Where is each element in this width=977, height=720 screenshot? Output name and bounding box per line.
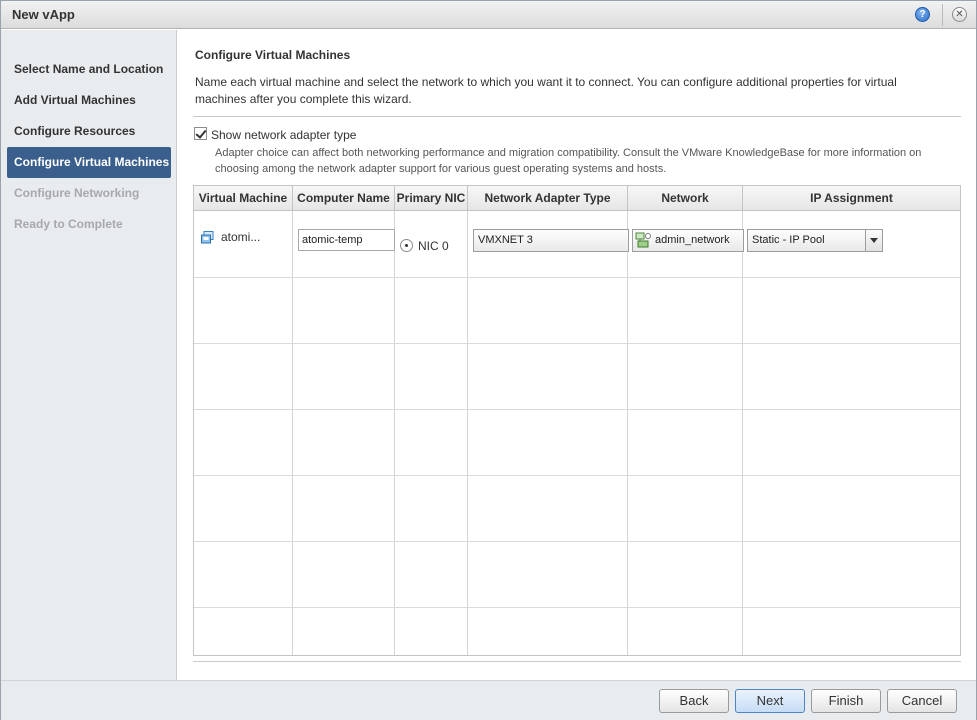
wizard-footer: Back Next Finish Cancel [1, 680, 976, 720]
virtual-machine-icon [201, 231, 214, 244]
wizard-content: Configure Virtual Machines Name each vir… [178, 30, 976, 680]
ip-assignment-value: Static - IP Pool [752, 234, 825, 246]
step-ready-to-complete: Ready to Complete [14, 217, 123, 231]
title-separator [942, 4, 943, 26]
new-vapp-dialog: New vApp ? ✕ Select Name and Location Ad… [0, 0, 977, 720]
col-header-virtual-machine[interactable]: Virtual Machine [194, 186, 293, 211]
row-divider [194, 607, 960, 608]
step-configure-resources[interactable]: Configure Resources [7, 116, 171, 147]
row-divider [194, 475, 960, 476]
back-button[interactable]: Back [659, 689, 729, 713]
row-divider [194, 541, 960, 542]
divider [193, 116, 961, 117]
step-add-virtual-machines[interactable]: Add Virtual Machines [7, 85, 171, 116]
row-divider [194, 277, 960, 278]
next-button[interactable]: Next [735, 689, 805, 713]
network-icon [635, 232, 651, 248]
table-header: Virtual Machine Computer Name Primary NI… [194, 186, 960, 211]
chevron-down-icon[interactable] [865, 230, 882, 251]
step-configure-virtual-machines[interactable]: Configure Virtual Machines [7, 147, 171, 178]
page-title: Configure Virtual Machines [195, 48, 351, 62]
title-bar: New vApp ? ✕ [1, 1, 976, 29]
window-title: New vApp [12, 7, 75, 22]
network-value: admin_network [655, 234, 730, 246]
col-header-network[interactable]: Network [628, 186, 743, 211]
finish-button[interactable]: Finish [811, 689, 881, 713]
divider [193, 661, 961, 662]
primary-nic-label: NIC 0 [418, 239, 449, 253]
show-adapter-type-checkbox[interactable] [194, 127, 207, 140]
row-divider [194, 343, 960, 344]
vm-name[interactable]: atomi... [221, 230, 260, 244]
close-icon[interactable]: ✕ [952, 7, 967, 22]
col-header-primary-nic[interactable]: Primary NIC [395, 186, 468, 211]
vm-config-table: Virtual Machine Computer Name Primary NI… [193, 185, 961, 656]
adapter-type-value: VMXNET 3 [478, 234, 533, 246]
col-header-network-adapter-type[interactable]: Network Adapter Type [468, 186, 628, 211]
page-description: Name each virtual machine and select the… [195, 75, 897, 106]
cancel-button[interactable]: Cancel [887, 689, 957, 713]
wizard-steps-sidebar: Select Name and Location Add Virtual Mac… [1, 30, 177, 680]
primary-nic-radio[interactable] [400, 239, 413, 252]
step-configure-networking: Configure Networking [14, 186, 140, 200]
adapter-note: Adapter choice can affect both networkin… [215, 147, 922, 175]
network-adapter-type-select[interactable]: VMXNET 3 [473, 229, 629, 252]
step-select-name-location[interactable]: Select Name and Location [7, 54, 171, 85]
col-header-ip-assignment[interactable]: IP Assignment [743, 186, 960, 211]
help-icon[interactable]: ? [915, 7, 930, 22]
show-adapter-type-label[interactable]: Show network adapter type [211, 128, 356, 142]
row-divider [194, 409, 960, 410]
network-select[interactable]: admin_network [632, 229, 744, 252]
computer-name-input[interactable] [298, 229, 395, 251]
ip-assignment-select[interactable]: Static - IP Pool [747, 229, 883, 252]
col-header-computer-name[interactable]: Computer Name [293, 186, 395, 211]
